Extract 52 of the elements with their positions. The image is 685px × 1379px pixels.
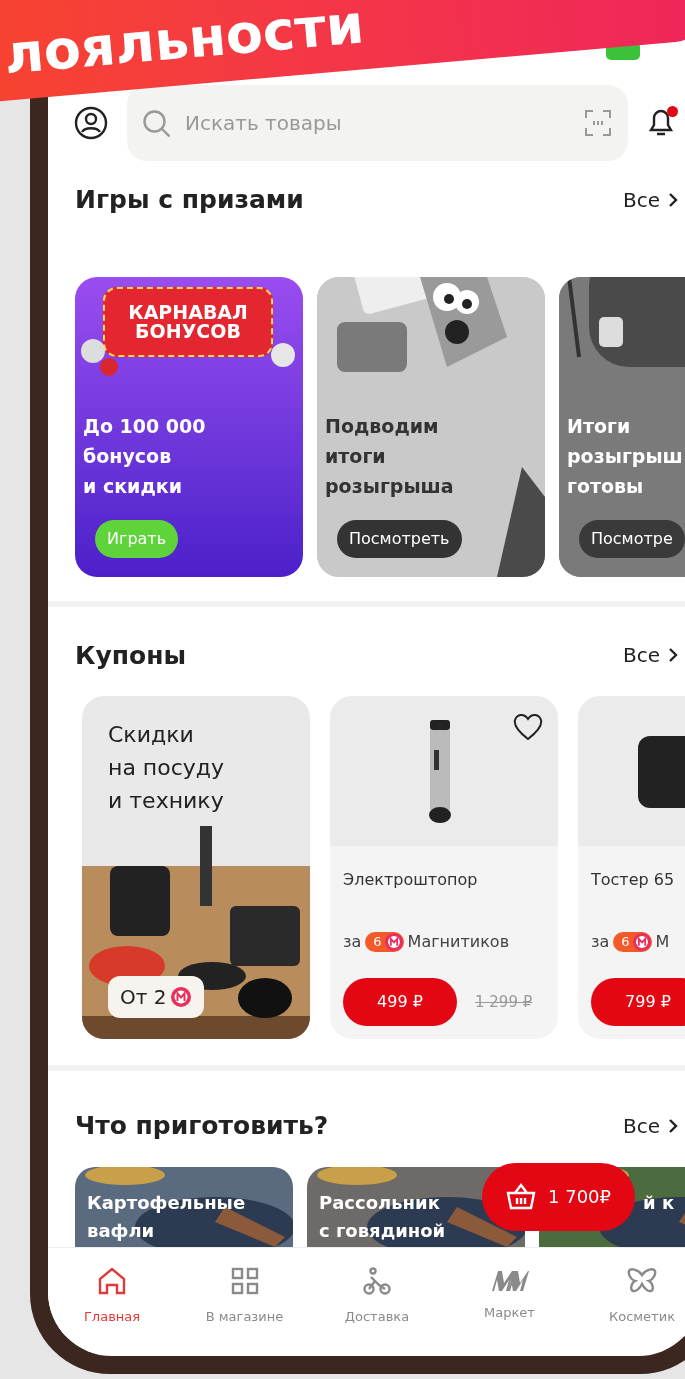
- recipe-title: й к: [643, 1190, 675, 1215]
- points-prefix: за: [343, 931, 362, 953]
- card-text: До 100 000: [83, 413, 206, 439]
- card-text: бонусов: [83, 443, 173, 469]
- old-price: 1 299 ₽: [475, 992, 533, 1013]
- price-tag: 799 ₽: [591, 978, 685, 1026]
- points-unit: М: [655, 931, 670, 953]
- product-name: Электроштопор: [343, 869, 478, 891]
- card-text: Подводим: [325, 413, 440, 439]
- promo-card[interactable]: Подводим итоги розыгрыша Посмотреть: [317, 276, 545, 577]
- cart-button[interactable]: 1 700₽: [482, 1162, 635, 1231]
- card-text: итоги: [325, 443, 387, 469]
- promo-card[interactable]: Скидки на посуду и технику От 2: [82, 696, 310, 1039]
- card-text: готовы: [567, 473, 645, 499]
- promo-text: Скидки: [108, 721, 195, 749]
- nav-tab[interactable]: Главная: [58, 1255, 166, 1336]
- card-text: и скидки: [83, 473, 183, 499]
- nav-tab[interactable]: Маркет: [455, 1255, 564, 1336]
- product-card[interactable]: Тостер 65 за 6 М 799 ₽: [578, 696, 685, 1039]
- price-tag: 499 ₽: [343, 978, 457, 1026]
- nav-tab[interactable]: В магазине: [190, 1255, 299, 1336]
- card-button[interactable]: Посмотреть: [337, 519, 462, 558]
- card-text: розыгрыша: [325, 473, 454, 499]
- see-all-link[interactable]: Все: [622, 184, 678, 215]
- card-button[interactable]: Посмотре: [579, 519, 685, 558]
- banner-text: лояльности: [1, 0, 366, 83]
- search-field[interactable]: Искать товары: [127, 85, 628, 161]
- logo-text: БОНУСОВ: [135, 321, 241, 341]
- recipe-title: Рассольник: [319, 1190, 441, 1215]
- nav-tab[interactable]: Косметик: [588, 1255, 685, 1336]
- section-title: Игры с призами: [75, 184, 304, 216]
- section-title: Что приготовить?: [75, 1110, 329, 1142]
- points-prefix: за: [591, 931, 610, 953]
- promo-card[interactable]: Итоги розыгрыш готовы Посмотре: [559, 276, 685, 577]
- recipe-title: с говядиной: [319, 1218, 446, 1243]
- points-badge: 6: [613, 932, 652, 952]
- points-chip: От 2: [108, 976, 205, 1018]
- points-badge: 6: [365, 932, 404, 952]
- recipe-title: вафли: [87, 1218, 156, 1243]
- logo-text: КАРНАВАЛ: [128, 302, 248, 322]
- card-text: Итоги: [567, 413, 632, 439]
- promo-text: и технику: [108, 787, 225, 815]
- see-all-link[interactable]: Все: [622, 1110, 678, 1141]
- product-name: Тостер 65: [591, 869, 675, 891]
- product-card[interactable]: Электроштопор за 6 Магнитиков 499 ₽ 1 299 ₽: [330, 696, 558, 1039]
- promo-card[interactable]: КАРНАВАЛ БОНУСОВ До 100 000 бонусов и скидки Играть: [75, 276, 303, 577]
- promo-text: на посуду: [108, 754, 225, 782]
- points-unit: Магнитиков: [407, 931, 510, 953]
- section-title: Купоны: [75, 639, 187, 672]
- see-all-link[interactable]: Все: [622, 640, 678, 671]
- recipe-title: Картофельные: [87, 1190, 246, 1215]
- card-text: розыгрыш: [567, 443, 683, 469]
